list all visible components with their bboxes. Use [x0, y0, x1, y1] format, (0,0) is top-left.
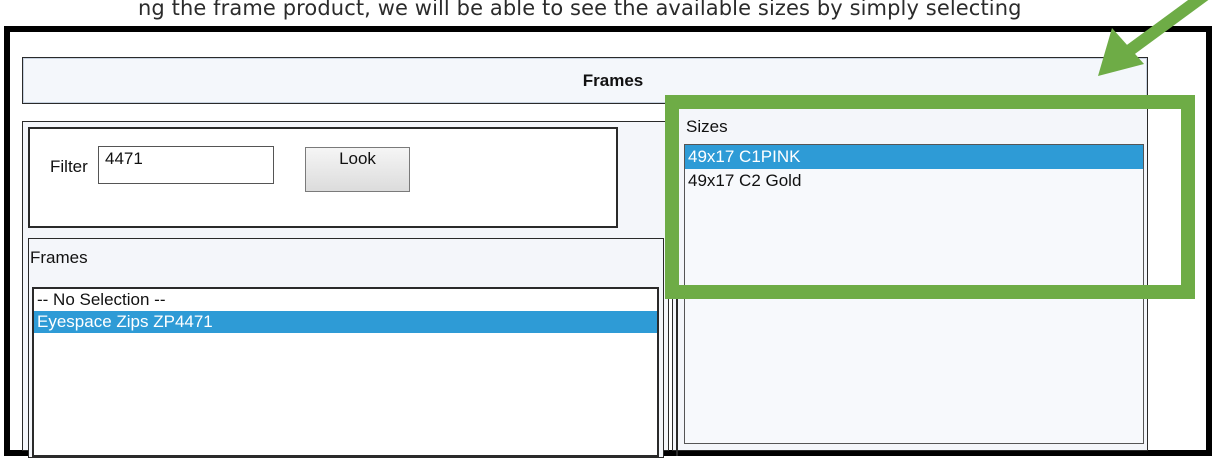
frames-list-label: Frames	[30, 248, 88, 267]
sizes-label: Sizes	[686, 117, 728, 136]
frames-header: Frames	[22, 57, 1148, 104]
sizes-listbox[interactable]: 49x17 C1PINK 49x17 C2 Gold	[684, 144, 1144, 444]
sizes-list-item-c2-gold[interactable]: 49x17 C2 Gold	[685, 169, 1143, 193]
arrow-down-left-icon	[1098, 0, 1209, 76]
frames-list-item-eyespace-zips[interactable]: Eyespace Zips ZP4471	[34, 311, 657, 333]
panel-divider	[676, 266, 678, 456]
look-button[interactable]: Look	[305, 147, 410, 192]
frames-listbox[interactable]: -- No Selection -- Eyespace Zips ZP4471	[32, 287, 659, 457]
filter-input[interactable]: 4471	[98, 146, 274, 184]
filter-label: Filter	[50, 157, 88, 176]
page-title: Frames	[582, 71, 644, 90]
instruction-text: ng the frame product, we will be able to…	[138, 0, 1022, 20]
frames-list-item-no-selection[interactable]: -- No Selection --	[34, 289, 657, 311]
sizes-list-item-c1pink[interactable]: 49x17 C1PINK	[685, 145, 1143, 169]
